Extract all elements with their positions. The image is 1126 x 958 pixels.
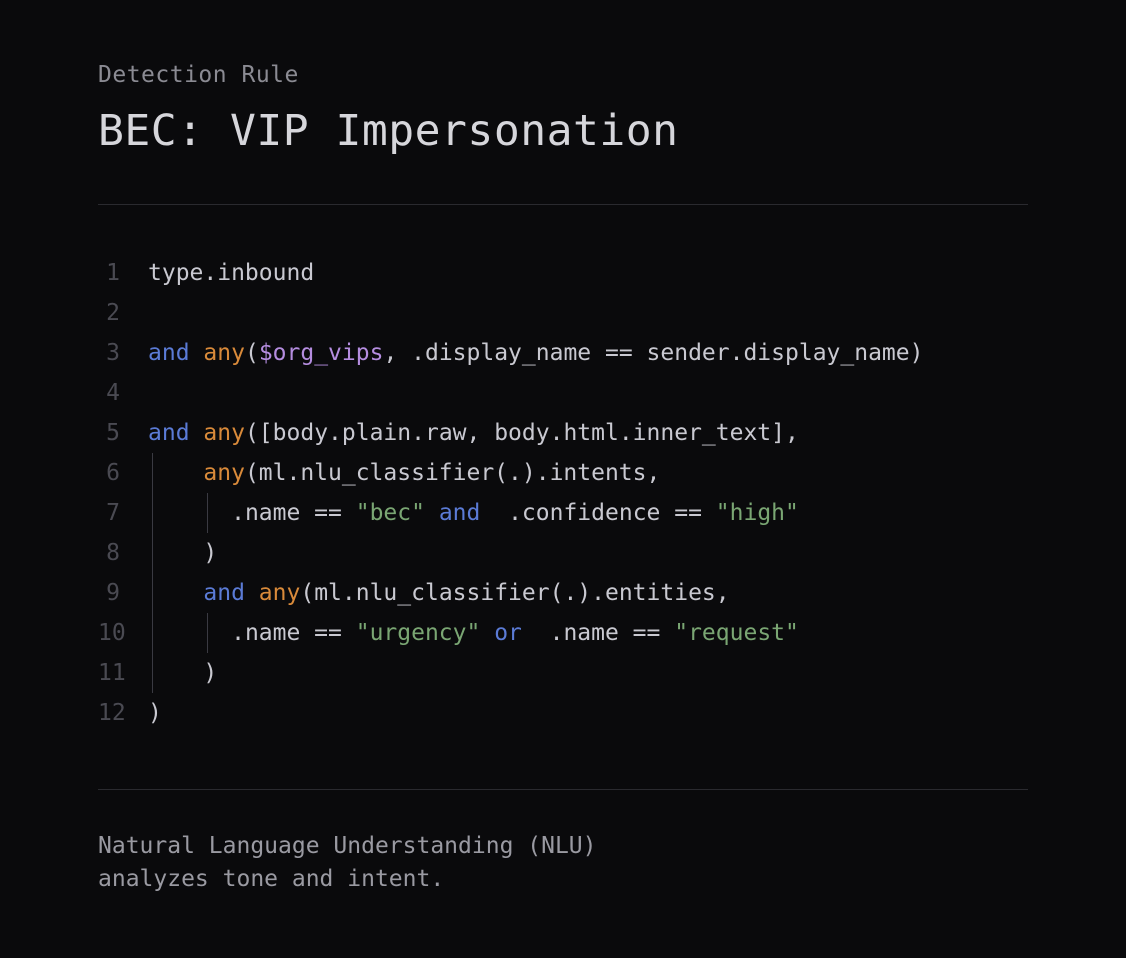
indent-guide <box>152 453 153 493</box>
token-plain <box>245 580 259 606</box>
line-number: 12 <box>98 693 148 733</box>
code-line: 12) <box>98 693 1028 733</box>
code-content: .name == "bec" and .confidence == "high" <box>148 493 799 533</box>
line-number: 7 <box>98 493 148 533</box>
divider-top <box>98 204 1028 205</box>
code-line: 11 ) <box>98 653 1028 693</box>
code-content: and any([body.plain.raw, body.html.inner… <box>148 413 799 453</box>
token-kw-and: and <box>439 500 481 526</box>
token-kw-any: any <box>203 460 245 486</box>
token-kw-any: any <box>203 340 245 366</box>
token-kw-and: and <box>148 340 190 366</box>
token-plain: .name == <box>231 500 356 526</box>
code-line: 10 .name == "urgency" or .name == "reque… <box>98 613 1028 653</box>
code-line: 9 and any(ml.nlu_classifier(.).entities, <box>98 573 1028 613</box>
token-plain: type.inbound <box>148 260 314 286</box>
token-kw-and: or <box>494 620 522 646</box>
token-plain <box>480 620 494 646</box>
code-content: and any($org_vips, .display_name == send… <box>148 333 923 373</box>
line-number: 2 <box>98 293 148 333</box>
line-number: 1 <box>98 253 148 293</box>
token-plain: ) <box>148 700 162 726</box>
line-number: 9 <box>98 573 148 613</box>
code-content: any(ml.nlu_classifier(.).intents, <box>148 453 660 493</box>
indent-guide <box>152 493 153 533</box>
code-content: and any(ml.nlu_classifier(.).entities, <box>148 573 730 613</box>
token-kw-str: "request" <box>674 620 799 646</box>
token-kw-str: "high" <box>716 500 799 526</box>
token-plain: , .display_name == sender.display_name) <box>383 340 923 366</box>
token-kw-str: "urgency" <box>356 620 481 646</box>
token-plain <box>190 340 204 366</box>
indent-guide <box>207 613 208 653</box>
code-line: 6 any(ml.nlu_classifier(.).intents, <box>98 453 1028 493</box>
code-content: ) <box>148 693 162 733</box>
code-line: 3and any($org_vips, .display_name == sen… <box>98 333 1028 373</box>
footer-line-2: analyzes tone and intent. <box>98 863 1028 896</box>
token-kw-any: any <box>203 420 245 446</box>
indent-guide <box>152 613 153 653</box>
token-plain: (ml.nlu_classifier(.).entities, <box>300 580 729 606</box>
indent-guide <box>152 533 153 573</box>
footer-line-1: Natural Language Understanding (NLU) <box>98 830 1028 863</box>
code-block: 1type.inbound2 3and any($org_vips, .disp… <box>98 253 1028 733</box>
token-plain: .name == <box>231 620 356 646</box>
token-kw-and: and <box>148 420 190 446</box>
code-line: 2 <box>98 293 1028 333</box>
token-plain: ([body.plain.raw, body.html.inner_text], <box>245 420 799 446</box>
code-line: 5and any([body.plain.raw, body.html.inne… <box>98 413 1028 453</box>
token-plain: ( <box>245 340 259 366</box>
eyebrow-label: Detection Rule <box>98 62 1028 88</box>
code-line: 4 <box>98 373 1028 413</box>
token-plain: ) <box>203 540 217 566</box>
line-number: 8 <box>98 533 148 573</box>
indent-guide <box>152 573 153 613</box>
rule-title: BEC: VIP Impersonation <box>98 106 1028 156</box>
divider-bottom <box>98 789 1028 790</box>
line-number: 3 <box>98 333 148 373</box>
indent-guide <box>152 653 153 693</box>
code-content <box>148 293 162 333</box>
token-kw-and: and <box>203 580 245 606</box>
code-line: 1type.inbound <box>98 253 1028 293</box>
detection-rule-panel: Detection Rule BEC: VIP Impersonation 1t… <box>0 0 1126 896</box>
indent-guide <box>207 493 208 533</box>
token-plain <box>425 500 439 526</box>
token-kw-var: $org_vips <box>259 340 384 366</box>
line-number: 5 <box>98 413 148 453</box>
token-plain: .confidence == <box>480 500 715 526</box>
code-line: 7 .name == "bec" and .confidence == "hig… <box>98 493 1028 533</box>
line-number: 6 <box>98 453 148 493</box>
token-kw-str: "bec" <box>356 500 425 526</box>
footer-caption: Natural Language Understanding (NLU) ana… <box>98 830 1028 896</box>
code-content: ) <box>148 533 217 573</box>
code-content <box>148 373 162 413</box>
token-kw-any: any <box>259 580 301 606</box>
token-plain: .name == <box>522 620 674 646</box>
line-number: 10 <box>98 613 148 653</box>
code-content: type.inbound <box>148 253 314 293</box>
token-plain: ) <box>203 660 217 686</box>
line-number: 11 <box>98 653 148 693</box>
code-content: ) <box>148 653 217 693</box>
token-plain: (ml.nlu_classifier(.).intents, <box>245 460 660 486</box>
code-content: .name == "urgency" or .name == "request" <box>148 613 799 653</box>
token-plain <box>190 420 204 446</box>
line-number: 4 <box>98 373 148 413</box>
code-line: 8 ) <box>98 533 1028 573</box>
